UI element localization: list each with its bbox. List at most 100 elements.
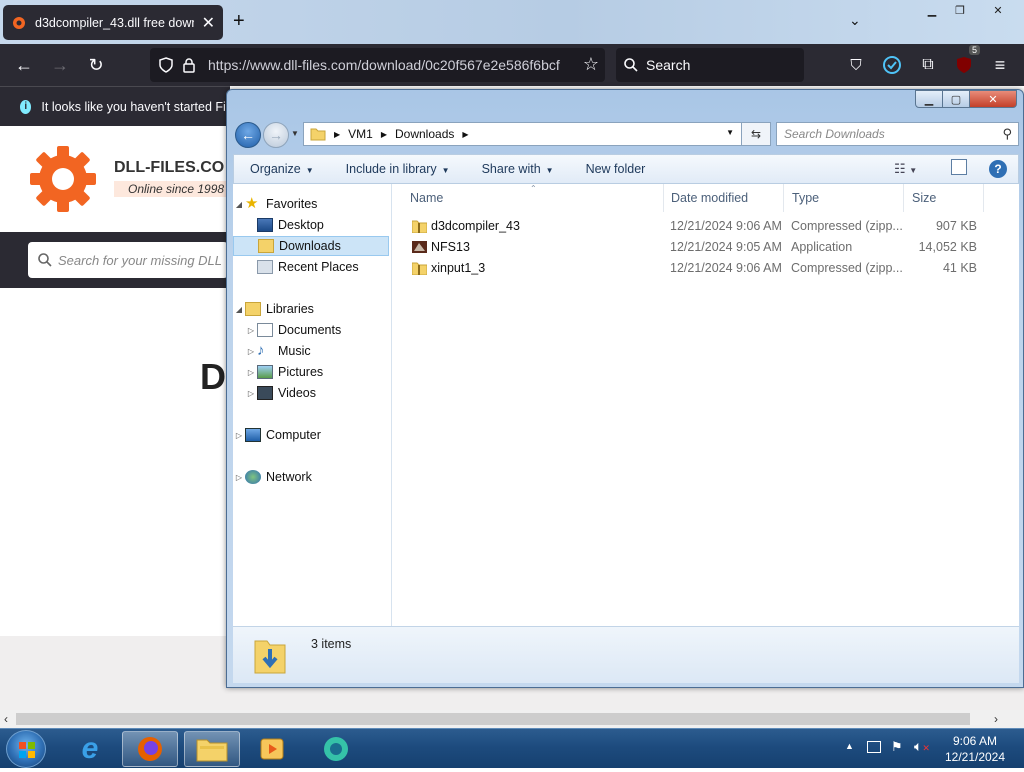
expand-arrow-icon[interactable]: ▷ <box>245 389 257 398</box>
ublock-shield-icon[interactable]: 5 <box>952 45 980 77</box>
minimize-icon[interactable]: ▁ <box>918 0 946 20</box>
taskbar-firefox[interactable] <box>122 731 178 767</box>
expand-arrow-icon[interactable]: ▷ <box>245 326 257 335</box>
restore-icon[interactable]: ❐ <box>946 0 974 20</box>
file-row[interactable]: NFS13 12/21/2024 9:05 AM Application 14,… <box>392 237 1019 258</box>
nav-pictures[interactable]: ▷ Pictures <box>245 362 323 382</box>
nav-music[interactable]: ▷ ♪ Music <box>245 341 311 361</box>
file-row[interactable]: d3dcompiler_43 12/21/2024 9:06 AM Compre… <box>392 216 1019 237</box>
nav-libraries[interactable]: ◢ Libraries <box>233 299 314 319</box>
dll-files-logo[interactable] <box>28 144 98 217</box>
network-flag-icon[interactable]: ⚑ <box>891 739 903 755</box>
share-with-button[interactable]: Share with ▼ <box>466 162 570 176</box>
desktop-icon <box>257 218 273 232</box>
close-window-icon[interactable]: ✕ <box>974 0 1022 20</box>
list-all-tabs-chevron-icon[interactable]: ⌄ <box>849 12 861 29</box>
explorer-minimize-icon[interactable]: ▁ <box>915 90 943 108</box>
url-bar[interactable]: https://www.dll-files.com/download/0c20f… <box>150 48 605 82</box>
item-count: 3 items <box>311 637 352 651</box>
show-hidden-icons-icon[interactable]: ▲ <box>845 741 854 751</box>
collapse-arrow-icon[interactable]: ◢ <box>233 200 245 209</box>
change-view-icon[interactable]: ☷ ▼ <box>894 161 917 177</box>
expand-arrow-icon[interactable]: ▷ <box>233 473 245 482</box>
explorer-back-arrow-icon[interactable]: ← <box>235 122 261 148</box>
firefox-icon <box>138 737 162 761</box>
horizontal-scrollbar[interactable]: ‹ › <box>0 710 1024 728</box>
collapse-arrow-icon[interactable]: ◢ <box>233 305 245 314</box>
browser-tab[interactable]: d3dcompiler_43.dll free downlo ✕ <box>3 5 223 40</box>
column-header-name[interactable]: Name ⌃ <box>402 184 664 212</box>
breadcrumb-vm1[interactable]: VM1 <box>348 127 373 141</box>
address-dropdown-icon[interactable]: ▼ <box>726 128 734 137</box>
forward-arrow-icon[interactable]: → <box>48 53 72 77</box>
column-header-size[interactable]: Size <box>904 184 984 212</box>
system-clock[interactable]: 9:06 AM 12/21/2024 <box>940 733 1010 765</box>
explorer-maximize-icon[interactable]: ▢ <box>942 90 970 108</box>
search-icon <box>624 58 638 72</box>
file-size: 907 KB <box>935 219 977 233</box>
videos-icon <box>257 386 273 400</box>
taskbar-media-player[interactable] <box>244 731 300 767</box>
nav-favorites[interactable]: ◢ ★ Favorites <box>233 194 317 214</box>
close-tab-icon[interactable]: ✕ <box>202 13 215 33</box>
documents-icon <box>257 323 273 337</box>
volume-muted-icon[interactable]: 🔈︎✕ <box>914 738 930 755</box>
help-icon[interactable]: ? <box>989 160 1007 178</box>
new-tab-button[interactable]: + <box>233 10 245 33</box>
start-button[interactable] <box>6 730 46 768</box>
site-search-input[interactable]: Search for your missing DLL <box>28 242 228 278</box>
scroll-right-icon[interactable]: › <box>994 712 998 726</box>
nav-downloads[interactable]: Downloads <box>233 236 389 256</box>
nav-desktop[interactable]: Desktop <box>257 215 324 235</box>
dll-files-favicon-icon <box>13 16 25 29</box>
taskbar-internet-explorer[interactable]: e <box>62 731 118 767</box>
explorer-window[interactable]: ▁ ▢ ✕ ← → ▼ ▶ VM1 ▶ Downloads ▶ ▼ ⇆ Sear… <box>226 89 1024 688</box>
shield-icon[interactable] <box>158 57 174 73</box>
nav-network[interactable]: ▷ Network <box>233 467 312 487</box>
gear-logo-icon <box>30 146 96 212</box>
nav-computer[interactable]: ▷ Computer <box>233 425 321 445</box>
web-search-bar[interactable]: Search <box>616 48 804 82</box>
lock-icon[interactable] <box>182 57 196 73</box>
explorer-refresh-icon[interactable]: ⇆ <box>741 122 771 146</box>
explorer-command-bar: Organize ▼ Include in library ▼ Share with… <box>233 154 1019 184</box>
preview-pane-icon[interactable] <box>951 159 967 175</box>
file-type: Application <box>791 240 853 254</box>
explorer-forward-arrow-icon[interactable]: → <box>263 122 289 148</box>
extensions-puzzle-icon[interactable]: ⧉ <box>916 53 940 77</box>
back-arrow-icon[interactable]: ← <box>12 53 36 77</box>
breadcrumb-downloads[interactable]: Downloads <box>395 127 454 141</box>
expand-arrow-icon[interactable]: ▷ <box>233 431 245 440</box>
scroll-left-icon[interactable]: ‹ <box>4 712 8 726</box>
file-row[interactable]: xinput1_3 12/21/2024 9:06 AM Compressed … <box>392 258 1019 279</box>
expand-arrow-icon[interactable]: ▷ <box>245 347 257 356</box>
nav-documents[interactable]: ▷ Documents <box>245 320 341 340</box>
organize-button[interactable]: Organize ▼ <box>234 162 330 176</box>
new-folder-button[interactable]: New folder <box>570 162 662 176</box>
expand-arrow-icon[interactable]: ▷ <box>245 368 257 377</box>
search-icon[interactable]: ⚲ <box>1002 126 1012 142</box>
column-header-type[interactable]: Type <box>784 184 904 212</box>
reload-icon[interactable]: ↻ <box>84 53 108 77</box>
pocket-icon[interactable]: ⛉ <box>844 53 868 77</box>
column-header-date[interactable]: Date modified <box>663 184 784 212</box>
explorer-close-icon[interactable]: ✕ <box>969 90 1017 108</box>
taskbar-explorer[interactable] <box>184 731 240 767</box>
scrollbar-thumb[interactable] <box>16 713 970 725</box>
taskbar-app[interactable] <box>308 731 364 767</box>
media-player-icon <box>260 738 284 760</box>
include-in-library-button[interactable]: Include in library ▼ <box>330 162 466 176</box>
hamburger-menu-icon[interactable]: ≡ <box>988 53 1012 77</box>
site-name[interactable]: DLL-FILES.CO <box>114 159 224 177</box>
nav-recent-places[interactable]: Recent Places <box>257 257 359 277</box>
page-heading-fragment: D <box>200 356 226 397</box>
bookmark-star-icon[interactable]: ☆ <box>576 54 599 75</box>
recent-pages-dropdown-icon[interactable]: ▼ <box>291 129 299 138</box>
vpn-check-icon[interactable] <box>880 53 904 77</box>
explorer-search-input[interactable]: Search Downloads ⚲ <box>776 122 1019 146</box>
notification-text: It looks like you haven't started Fir <box>41 99 230 114</box>
explorer-breadcrumb[interactable]: ▶ VM1 ▶ Downloads ▶ ▼ <box>303 122 771 146</box>
nav-videos[interactable]: ▷ Videos <box>245 383 316 403</box>
search-icon <box>38 253 52 267</box>
action-center-icon[interactable] <box>867 741 881 753</box>
